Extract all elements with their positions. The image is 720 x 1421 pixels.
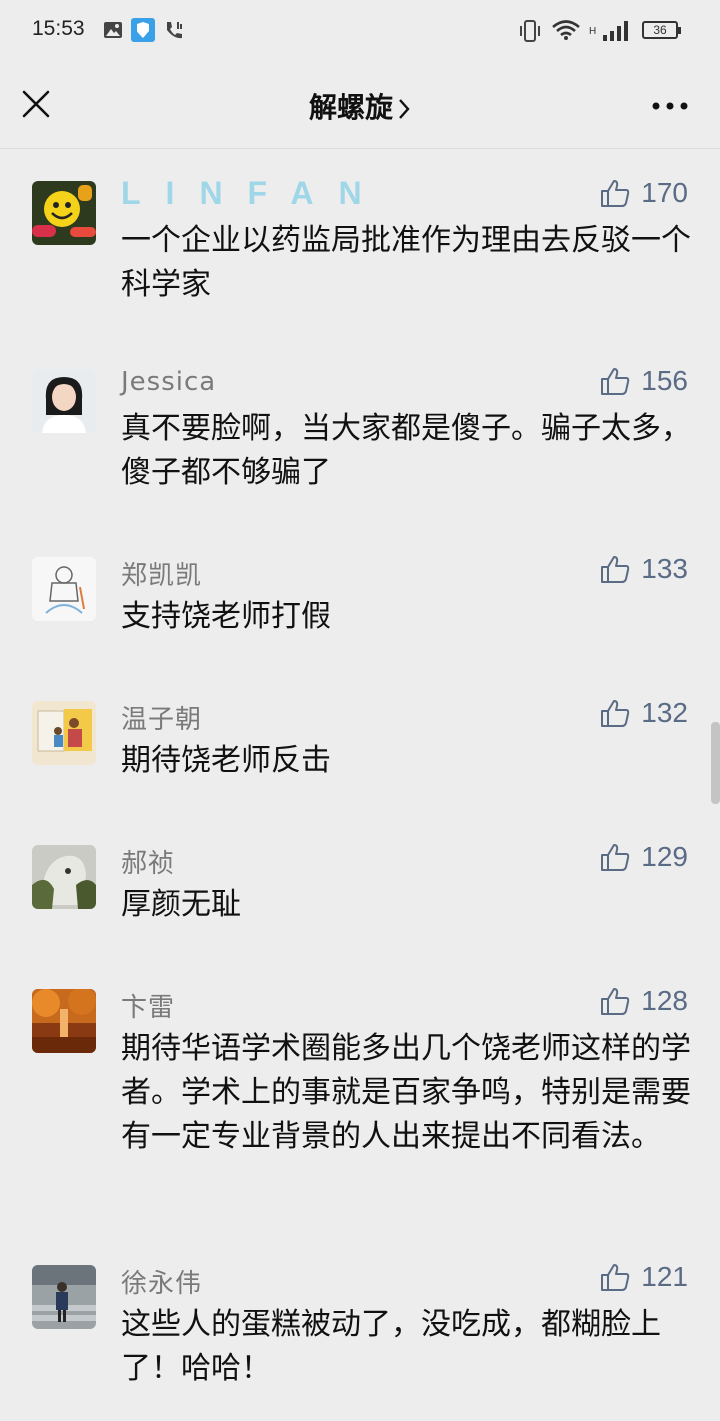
thumbs-up-icon: [601, 1264, 630, 1291]
like-button[interactable]: 128: [599, 983, 688, 1019]
comment-text: 真不要脸啊，当大家都是傻子。骗子太多，傻子都不够骗了: [121, 411, 691, 490]
thumbs-up-icon: [601, 988, 630, 1015]
thumbs-up-icon: [601, 700, 630, 727]
commenter-name[interactable]: 温子朝: [121, 699, 202, 736]
like-button[interactable]: 170: [599, 175, 688, 211]
signal-icon: [603, 21, 628, 41]
commenter-name[interactable]: 徐永伟: [121, 1263, 202, 1300]
more-menu-icon[interactable]: [650, 100, 690, 112]
avatar[interactable]: [32, 557, 96, 621]
image-icon: [104, 22, 122, 38]
thumbs-up-icon: [601, 844, 630, 871]
like-count: 121: [641, 1261, 688, 1292]
thumbs-up-icon: [601, 556, 630, 583]
chevron-right-icon: [399, 99, 410, 119]
avatar[interactable]: [32, 989, 96, 1053]
comment-item: 卞雷 128 期待华语学术圈能多出几个饶老师这样的学者。学术上的事就是百家争鸣，…: [0, 957, 720, 1233]
commenter-name[interactable]: 卞雷: [121, 987, 175, 1024]
commenter-name[interactable]: 郝祯: [121, 843, 175, 880]
page-title[interactable]: 解螺旋: [0, 86, 720, 126]
comment-item: 温子朝 132 期待饶老师反击: [0, 669, 720, 813]
avatar[interactable]: [32, 181, 96, 245]
commenter-name[interactable]: 郑凯凯: [121, 555, 202, 592]
network-type-label: H: [589, 26, 597, 37]
avatar[interactable]: [32, 369, 96, 433]
status-bar: 15:53 H 36: [0, 0, 720, 62]
wifi-icon: [552, 20, 580, 40]
comment-item: 徐永伟 121 这些人的蛋糕被动了，没吃成，都糊脸上了！哈哈！: [0, 1233, 720, 1421]
like-count: 128: [641, 985, 688, 1016]
thumbs-up-icon: [601, 368, 630, 395]
like-button[interactable]: 132: [599, 695, 688, 731]
comment-text: 期待饶老师反击: [121, 743, 331, 778]
scrollbar[interactable]: [711, 722, 720, 804]
comment-text: 这些人的蛋糕被动了，没吃成，都糊脸上了！哈哈！: [121, 1307, 661, 1386]
like-count: 129: [641, 841, 688, 872]
commenter-name[interactable]: LINFAN: [121, 175, 387, 212]
nav-bar: 解螺旋: [0, 62, 720, 149]
call-wifi-icon: [167, 22, 182, 39]
thumbs-up-icon: [601, 180, 630, 207]
avatar[interactable]: [32, 845, 96, 909]
commenter-name[interactable]: Jessica: [121, 367, 216, 397]
like-count: 156: [641, 365, 688, 396]
comment-item: Jessica 156 真不要脸啊，当大家都是傻子。骗子太多，傻子都不够骗了: [0, 337, 720, 525]
avatar[interactable]: [32, 701, 96, 765]
app-shield-icon: [131, 18, 155, 42]
page-title-text: 解螺旋: [308, 91, 393, 124]
vibrate-icon: [520, 20, 540, 42]
comment-text: 支持饶老师打假: [121, 599, 331, 634]
comment-text: 期待华语学术圈能多出几个饶老师这样的学者。学术上的事就是百家争鸣，特别是需要有一…: [121, 1031, 691, 1154]
comment-text: 厚颜无耻: [121, 887, 241, 922]
like-button[interactable]: 129: [599, 839, 688, 875]
like-button[interactable]: 156: [599, 363, 688, 399]
status-time: 15:53: [32, 17, 85, 40]
comment-item: 郑凯凯 133 支持饶老师打假: [0, 525, 720, 669]
comment-text: 一个企业以药监局批准作为理由去反驳一个科学家: [121, 223, 691, 302]
like-button[interactable]: 133: [599, 551, 688, 587]
like-count: 133: [641, 553, 688, 584]
comment-item: 郝祯 129 厚颜无耻: [0, 813, 720, 957]
like-count: 132: [641, 697, 688, 728]
like-button[interactable]: 121: [599, 1259, 688, 1295]
avatar[interactable]: [32, 1265, 96, 1329]
like-count: 170: [641, 177, 688, 208]
comment-item: LINFAN 170 一个企业以药监局批准作为理由去反驳一个科学家: [0, 149, 720, 337]
battery-icon: 36: [642, 21, 681, 39]
